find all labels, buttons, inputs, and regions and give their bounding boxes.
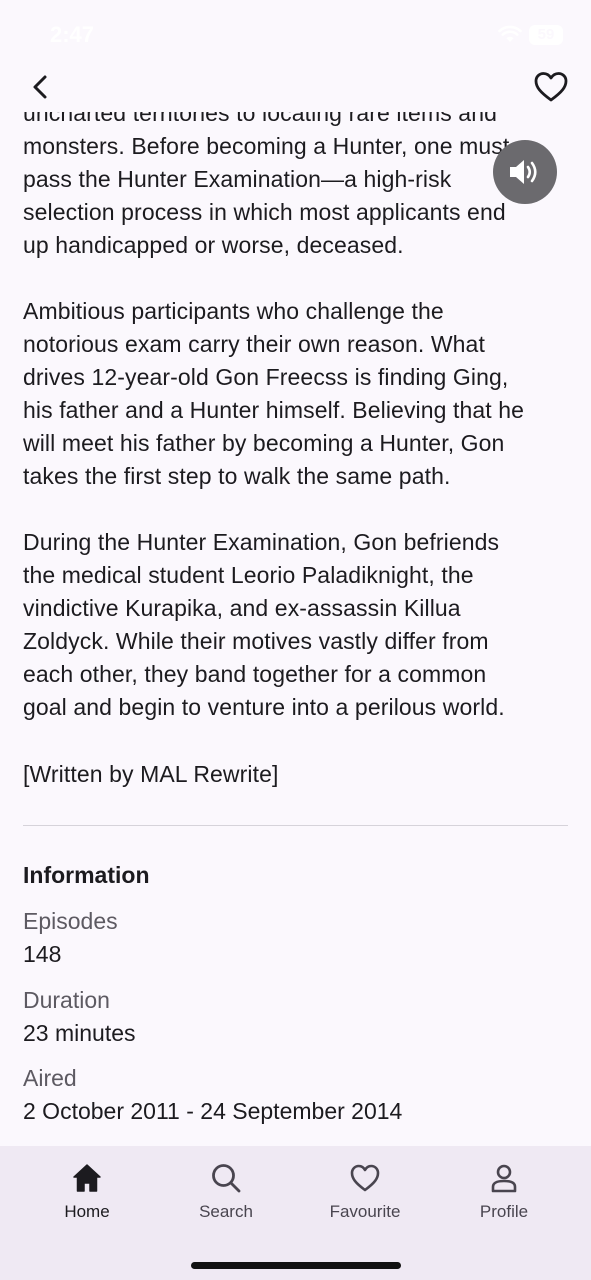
episodes-value: 148 bbox=[23, 941, 62, 967]
synopsis-line: pass the Hunter Examination—a high-risk bbox=[23, 166, 452, 192]
synopsis-line: Zoldyck. While their motives vastly diff… bbox=[23, 628, 489, 654]
top-app-bar bbox=[0, 62, 591, 112]
nav-home[interactable]: Home bbox=[22, 1146, 152, 1246]
chevron-left-icon bbox=[33, 75, 47, 99]
synopsis-line: vindictive Kurapika, and ex-assassin Kil… bbox=[23, 595, 461, 621]
synopsis-line: goal and begin to venture into a perilou… bbox=[23, 694, 505, 720]
home-icon bbox=[73, 1164, 101, 1192]
duration-value: 23 minutes bbox=[23, 1020, 136, 1046]
synopsis-line: takes the first step to walk the same pa… bbox=[23, 463, 451, 489]
synopsis-line: his father and a Hunter himself. Believi… bbox=[23, 397, 525, 423]
favourite-button[interactable] bbox=[532, 70, 570, 104]
home-indicator[interactable] bbox=[191, 1262, 401, 1269]
duration-label: Duration bbox=[23, 987, 110, 1013]
synopsis-line: monsters. Before becoming a Hunter, one … bbox=[23, 133, 510, 159]
nav-favourite[interactable]: Favourite bbox=[300, 1146, 430, 1246]
synopsis-line: During the Hunter Examination, Gon befri… bbox=[23, 529, 500, 555]
synopsis-line: notorious exam carry their own reason. W… bbox=[23, 331, 485, 357]
synopsis-line: the medical student Leorio Paladiknight,… bbox=[23, 562, 474, 588]
aired-value: 2 October 2011 - 24 September 2014 bbox=[23, 1098, 403, 1124]
back-button[interactable] bbox=[24, 70, 58, 104]
synopsis-line: Ambitious participants who challenge the bbox=[23, 298, 444, 324]
synopsis-line: selection process in which most applican… bbox=[23, 199, 506, 225]
synopsis-line: drives 12-year-old Gon Freecss is findin… bbox=[23, 364, 509, 390]
synopsis-line: up handicapped or worse, deceased. bbox=[23, 232, 404, 258]
bottom-navigation: Home Search Favourite Profile bbox=[0, 1146, 591, 1280]
status-time: 2:47 bbox=[50, 22, 95, 47]
nav-search[interactable]: Search bbox=[161, 1146, 291, 1246]
nav-profile-label: Profile bbox=[479, 1202, 529, 1221]
section-divider bbox=[23, 825, 568, 826]
episodes-label: Episodes bbox=[23, 908, 118, 934]
synopsis-paragraph-1: uncharted territories to locating rare i… bbox=[23, 97, 568, 262]
profile-icon bbox=[491, 1164, 517, 1193]
nav-home-label: Home bbox=[64, 1202, 110, 1221]
nav-profile[interactable]: Profile bbox=[439, 1146, 569, 1246]
synopsis-line: will meet his father by becoming a Hunte… bbox=[23, 430, 505, 456]
credit-text: [Written by MAL Rewrite] bbox=[23, 761, 279, 787]
synopsis-paragraph-3: During the Hunter Examination, Gon befri… bbox=[23, 526, 568, 724]
speaker-volume-icon bbox=[510, 160, 537, 184]
synopsis-paragraph-2: Ambitious participants who challenge the… bbox=[23, 295, 568, 493]
nav-favourite-label: Favourite bbox=[329, 1202, 401, 1221]
heart-icon bbox=[350, 1164, 380, 1192]
search-icon bbox=[212, 1164, 241, 1193]
aired-label: Aired bbox=[23, 1065, 77, 1091]
battery-indicator: 59 bbox=[529, 25, 563, 45]
wifi-icon bbox=[498, 25, 522, 42]
synopsis-credit: [Written by MAL Rewrite] bbox=[23, 758, 568, 791]
information-heading: Information bbox=[23, 862, 150, 888]
synopsis-line: each other, they band together for a com… bbox=[23, 661, 487, 687]
read-aloud-button[interactable] bbox=[493, 140, 557, 204]
nav-search-label: Search bbox=[199, 1202, 253, 1221]
heart-outline-icon bbox=[534, 72, 568, 102]
